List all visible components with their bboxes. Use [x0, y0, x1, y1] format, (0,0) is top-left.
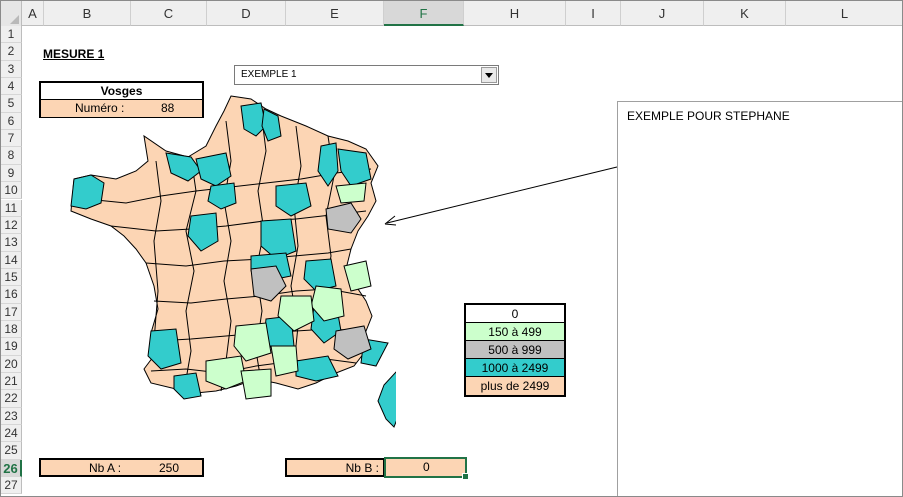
france-mainland [70, 95, 379, 394]
comment-arrow [384, 166, 618, 226]
chevron-down-icon[interactable] [481, 67, 497, 83]
column-header-i[interactable]: I [566, 1, 621, 26]
row-header-2[interactable]: 2 [1, 43, 22, 61]
row-header-21[interactable]: 21 [1, 373, 22, 391]
row-header-14[interactable]: 14 [1, 251, 22, 269]
row-header-11[interactable]: 11 [1, 199, 22, 217]
row-header-23[interactable]: 23 [1, 407, 22, 426]
row-header-7[interactable]: 7 [1, 130, 22, 148]
column-header-f[interactable]: F [384, 1, 464, 26]
nb-b-label: Nb B : [345, 461, 379, 475]
row-header-26[interactable]: 26 [1, 459, 22, 478]
row-header-6[interactable]: 6 [1, 112, 22, 131]
dropdown-value: EXEMPLE 1 [241, 69, 297, 80]
row-header-24[interactable]: 24 [1, 425, 22, 443]
row-header-12[interactable]: 12 [1, 216, 22, 235]
column-header-d[interactable]: D [207, 1, 286, 26]
column-header-e[interactable]: E [286, 1, 384, 26]
select-all-corner[interactable] [1, 1, 22, 27]
column-header-k[interactable]: K [704, 1, 786, 26]
column-header-c[interactable]: C [131, 1, 207, 26]
nb-b-value-cell[interactable]: 0 [384, 457, 469, 480]
row-header-10[interactable]: 10 [1, 182, 22, 200]
row-header-20[interactable]: 20 [1, 355, 22, 373]
example-dropdown[interactable]: EXEMPLE 1 [234, 65, 499, 85]
spreadsheet-window: ABCDEFHIJKL 1 2 3 4 5 6 7 8 9 10 11 12 13 14 15 16 17 18 1… [0, 0, 903, 497]
row-header-19[interactable]: 19 [1, 338, 22, 356]
legend: 0 150 à 499 500 à 999 1000 à 2499 plus d… [464, 303, 566, 397]
nb-a-value: 250 [159, 461, 180, 475]
row-header-15[interactable]: 15 [1, 268, 22, 287]
row-header-8[interactable]: 8 [1, 147, 22, 165]
fill-handle[interactable] [462, 473, 469, 480]
nb-b-value: 0 [423, 460, 430, 474]
row-header-13[interactable]: 13 [1, 234, 22, 252]
row-header-16[interactable]: 16 [1, 286, 22, 304]
france-map [70, 95, 396, 428]
row-header-18[interactable]: 18 [1, 320, 22, 339]
row-header-1[interactable]: 1 [1, 26, 22, 44]
legend-item-0: 0 [466, 305, 564, 323]
row-header-27[interactable]: 27 [1, 477, 22, 495]
row-header-25[interactable]: 25 [1, 442, 22, 460]
select-all-icon [10, 15, 19, 24]
row-header-5[interactable]: 5 [1, 95, 22, 113]
comment-box[interactable]: EXEMPLE POUR STEPHANE [617, 101, 902, 496]
nb-a-label: Nb A : [89, 461, 122, 475]
sheet-title: MESURE 1 [43, 47, 105, 61]
legend-item-4: plus de 2499 [466, 377, 564, 395]
legend-item-2: 500 à 999 [466, 341, 564, 359]
column-header-a[interactable]: A [22, 1, 44, 26]
row-header-3[interactable]: 3 [1, 60, 22, 79]
column-header-b[interactable]: B [44, 1, 131, 26]
row-header-17[interactable]: 17 [1, 303, 22, 321]
legend-item-3: 1000 à 2499 [466, 359, 564, 377]
row-header-9[interactable]: 9 [1, 164, 22, 183]
row-header-22[interactable]: 22 [1, 390, 22, 408]
column-header-h[interactable]: H [464, 1, 566, 26]
column-header-j[interactable]: J [621, 1, 704, 26]
row-header-4[interactable]: 4 [1, 78, 22, 96]
nb-a-box[interactable]: Nb A : 250 [39, 458, 204, 477]
legend-item-1: 150 à 499 [466, 323, 564, 341]
nb-b-box[interactable]: Nb B : [285, 458, 385, 477]
column-header-l[interactable]: L [786, 1, 902, 26]
comment-text: EXEMPLE POUR STEPHANE [627, 109, 790, 123]
